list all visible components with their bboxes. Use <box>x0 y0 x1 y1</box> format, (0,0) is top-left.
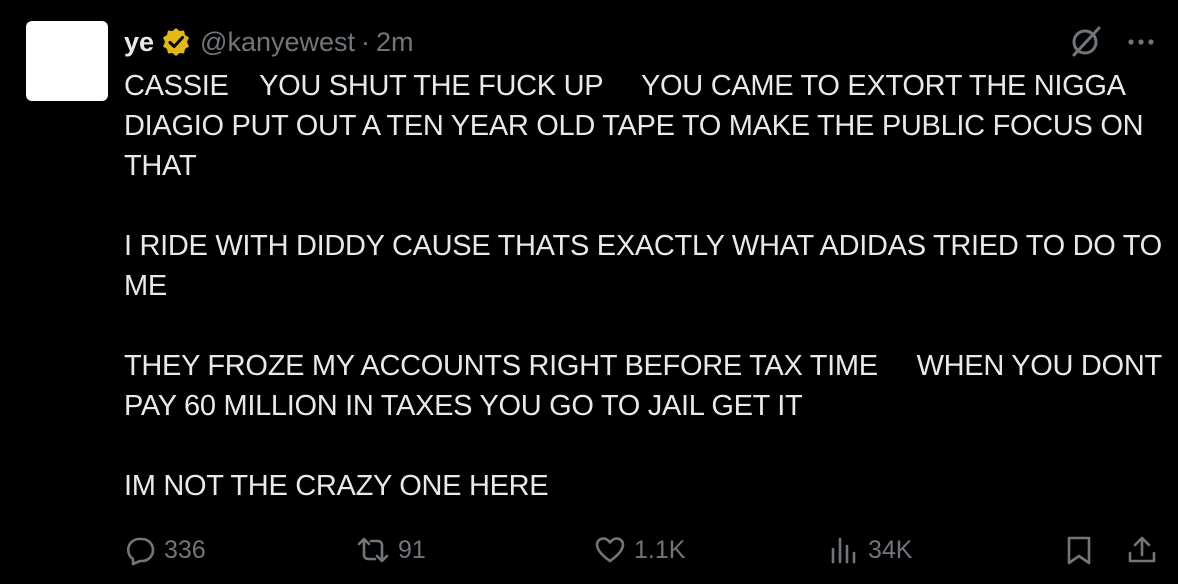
repost-button[interactable]: 91 <box>356 530 426 570</box>
repost-icon <box>357 537 389 563</box>
reply-button[interactable]: 336 <box>124 530 206 570</box>
author-name[interactable]: ye <box>124 27 154 58</box>
tweet-paragraph: CASSIE YOU SHUT THE FUCK UP YOU CAME TO … <box>124 70 1151 182</box>
like-button[interactable]: 1.1K <box>594 530 685 570</box>
tweet-paragraph: IM NOT THE CRAZY ONE HERE <box>124 470 549 502</box>
avatar[interactable] <box>26 21 108 101</box>
like-count: 1.1K <box>634 535 686 564</box>
tweet-paragraph: I RIDE WITH DIDDY CAUSE THATS EXACTLY WH… <box>124 230 1170 302</box>
separator-dot: · <box>361 26 371 57</box>
reply-icon <box>126 537 155 566</box>
bookmark-icon <box>1067 536 1091 565</box>
share-button[interactable] <box>1126 530 1166 570</box>
views-icon <box>831 537 856 564</box>
action-bar: 336 91 1.1K 34K <box>124 530 1164 570</box>
reply-count: 336 <box>164 535 206 564</box>
verified-badge-icon[interactable] <box>160 26 192 58</box>
views-button[interactable]: 34K <box>828 530 912 570</box>
views-count: 34K <box>868 535 913 564</box>
author-handle[interactable]: @kanyewest <box>200 27 355 58</box>
bookmark-button[interactable] <box>1064 530 1102 570</box>
tweet-paragraph: THEY FROZE MY ACCOUNTS RIGHT BEFORE TAX … <box>124 350 1170 422</box>
repost-count: 91 <box>398 535 426 564</box>
tweet-header: ye @kanyewest · 2m <box>124 22 414 62</box>
tweet-text: CASSIE YOU SHUT THE FUCK UP YOU CAME TO … <box>124 66 1164 506</box>
share-icon <box>1128 536 1156 563</box>
more-icon[interactable] <box>1122 28 1158 56</box>
heart-icon <box>595 537 625 563</box>
timestamp[interactable]: 2m <box>376 27 414 58</box>
grok-icon[interactable] <box>1068 23 1104 59</box>
